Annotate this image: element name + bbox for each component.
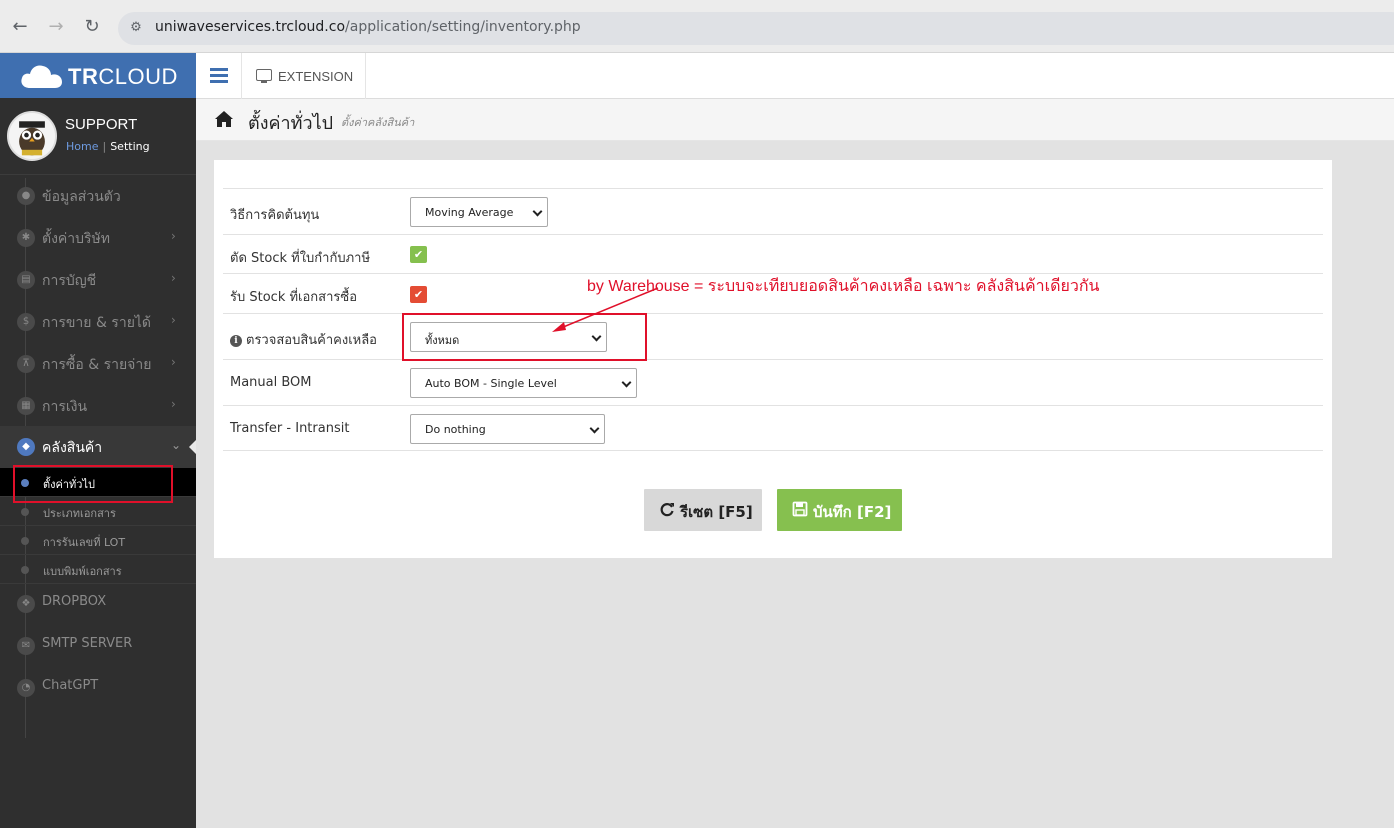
sidebar-item-accounting[interactable]: ▤ การบัญชี › (0, 259, 196, 301)
url-text: uniwaveservices.trcloud.co/application/s… (155, 19, 581, 35)
sidebar-item-chatgpt[interactable]: ◔ ChatGPT (0, 667, 196, 709)
dropbox-icon: ❖ (17, 595, 35, 613)
sidebar-item-purchase[interactable]: ⊼ การซื้อ & รายจ่าย › (0, 343, 196, 385)
sidebar-item-sales[interactable]: $ การขาย & รายได้ › (0, 301, 196, 343)
cloud-logo-icon (21, 65, 62, 88)
site-settings-icon[interactable]: ⚙ (126, 18, 146, 38)
home-link[interactable]: Home (66, 140, 98, 153)
profile-breadcrumb: Home | Setting (66, 140, 150, 153)
sidebar-item-finance[interactable]: ▦ การเงิน › (0, 385, 196, 427)
top-navbar: EXTENSION (196, 53, 1394, 99)
form-row-check-stock: i ตรวจสอบสินค้าคงเหลือ ทั้งหมด (223, 313, 1323, 359)
transfer-intransit-select[interactable]: Do nothing (410, 414, 605, 444)
address-bar[interactable]: ⚙ uniwaveservices.trcloud.co/application… (118, 12, 1394, 45)
cut-stock-invoice-checkbox[interactable]: ✔ (410, 246, 427, 263)
home-icon[interactable] (215, 111, 233, 127)
gear-icon: ✱ (17, 229, 35, 247)
owl-avatar-icon (9, 113, 55, 159)
chevron-right-icon: › (171, 229, 176, 243)
manual-bom-select[interactable]: Auto BOM - Single Level (410, 368, 637, 398)
page-title: ตั้งค่าทั่วไป (248, 113, 334, 134)
info-icon[interactable]: i (230, 335, 242, 347)
active-indicator (189, 440, 196, 454)
chevron-down-icon: ⌄ (171, 438, 182, 452)
forward-arrow-icon[interactable]: → (43, 14, 69, 40)
hamburger-menu-icon[interactable] (196, 53, 242, 99)
chevron-down-icon (589, 423, 600, 434)
form-row-transfer-intransit: Transfer - Intransit Do nothing (223, 405, 1323, 451)
submenu-item-print-templates[interactable]: แบบพิมพ์เอกสาร (0, 555, 196, 584)
save-button[interactable]: บันทึก [F2] (777, 489, 902, 531)
annotation-arrow-icon (552, 287, 659, 332)
cart-icon: ⊼ (17, 355, 35, 373)
chevron-down-icon (532, 206, 543, 217)
user-icon: ● (17, 187, 35, 205)
refresh-icon (660, 503, 674, 517)
chevron-right-icon: › (171, 271, 176, 285)
sidebar-item-dropbox[interactable]: ❖ DROPBOX (0, 583, 196, 625)
chevron-right-icon: › (171, 313, 176, 327)
back-arrow-icon[interactable]: ← (7, 14, 33, 40)
form-row-manual-bom: Manual BOM Auto BOM - Single Level (223, 359, 1323, 405)
reload-icon[interactable]: ↻ (79, 14, 105, 40)
profile-panel: SUPPORT Home | Setting (0, 98, 196, 175)
sidebar-item-smtp-server[interactable]: ✉ SMTP SERVER (0, 625, 196, 667)
page-header: ตั้งค่าทั่วไป ตั้งค่าคลังสินค้า (196, 99, 1394, 141)
extension-button[interactable]: EXTENSION (242, 53, 366, 99)
box-icon: ◆ (17, 438, 35, 456)
submenu-item-lot-numbering[interactable]: การรันเลขที่ LOT (0, 526, 196, 555)
receive-stock-purchase-checkbox[interactable]: ✔ (410, 286, 427, 303)
book-icon: ▤ (17, 271, 35, 289)
avatar[interactable] (7, 111, 57, 161)
chevron-right-icon: › (171, 397, 176, 411)
chevron-down-icon (621, 377, 632, 388)
page-subtitle: ตั้งค่าคลังสินค้า (341, 116, 415, 129)
current-section: Setting (110, 140, 150, 153)
chat-icon: ◔ (17, 679, 35, 697)
sidebar-item-profile[interactable]: ● ข้อมูลส่วนตัว (0, 175, 196, 217)
logo-bar[interactable]: TRCLOUD (0, 53, 196, 98)
floppy-disk-icon (792, 501, 808, 517)
chevron-right-icon: › (171, 355, 176, 369)
settings-panel: วิธีการคิดต้นทุน Moving Average ตัด Stoc… (214, 160, 1332, 558)
envelope-icon: ✉ (17, 637, 35, 655)
dollar-icon: $ (17, 313, 35, 331)
form-row-cut-stock-invoice: ตัด Stock ที่ใบกำกับภาษี ✔ (223, 234, 1323, 273)
highlight-box-sidebar (13, 465, 173, 503)
bullet-icon (21, 566, 29, 574)
sidebar-item-inventory[interactable]: ◆ คลังสินค้า ⌄ (0, 426, 196, 468)
profile-name: SUPPORT (65, 116, 138, 133)
bullet-icon (21, 537, 29, 545)
reset-button[interactable]: รีเซต [F5] (644, 489, 762, 531)
sidebar-item-company-settings[interactable]: ✱ ตั้งค่าบริษัท › (0, 217, 196, 259)
costing-method-select[interactable]: Moving Average (410, 197, 548, 227)
logo-text: TRCLOUD (68, 64, 178, 89)
form-row-costing-method: วิธีการคิดต้นทุน Moving Average (223, 188, 1323, 234)
bullet-icon (21, 508, 29, 516)
browser-toolbar: ← → ↻ ⚙ uniwaveservices.trcloud.co/appli… (0, 0, 1394, 53)
sidebar: TRCLOUD SUPPORT Home | Setting ● ข้อมูลส่ว… (0, 53, 196, 828)
monitor-icon (256, 69, 272, 83)
calendar-icon: ▦ (17, 397, 35, 415)
